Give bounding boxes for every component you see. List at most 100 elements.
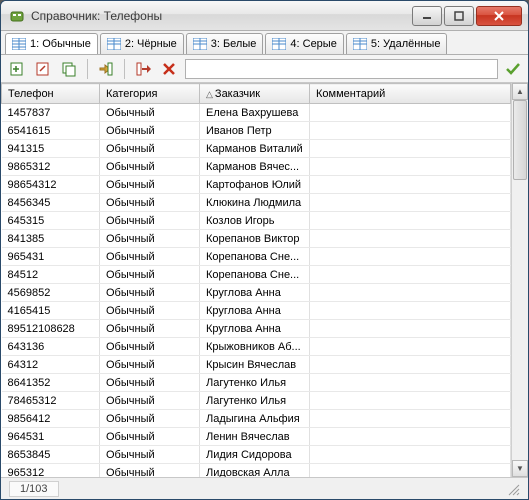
cell-customer: Круглова Анна xyxy=(200,284,310,302)
cell-customer: Круглова Анна xyxy=(200,302,310,320)
cell-category: Обычный xyxy=(100,158,200,176)
cell-phone: 1457837 xyxy=(2,104,100,122)
cell-comment xyxy=(310,158,511,176)
table-row[interactable]: 965431ОбычныйКорепанова Сне... xyxy=(2,248,511,266)
table-row[interactable]: 965312ОбычныйЛидовская Алла xyxy=(2,464,511,478)
cell-category: Обычный xyxy=(100,428,200,446)
col-phone[interactable]: Телефон xyxy=(2,84,100,104)
cell-category: Обычный xyxy=(100,176,200,194)
table-row[interactable]: 841385ОбычныйКорепанов Виктор xyxy=(2,230,511,248)
cell-customer: Корепанова Сне... xyxy=(200,248,310,266)
cell-phone: 941315 xyxy=(2,140,100,158)
cell-category: Обычный xyxy=(100,446,200,464)
cell-customer: Лидовская Алла xyxy=(200,464,310,478)
export-button[interactable] xyxy=(133,59,153,79)
cell-customer: Клюкина Людмила xyxy=(200,194,310,212)
cell-category: Обычный xyxy=(100,248,200,266)
cell-phone: 9865312 xyxy=(2,158,100,176)
tab-normal[interactable]: 1: Обычные xyxy=(5,33,98,54)
table-row[interactable]: 643136ОбычныйКрыжовников Аб... xyxy=(2,338,511,356)
cell-category: Обычный xyxy=(100,392,200,410)
cell-category: Обычный xyxy=(100,104,200,122)
tab-black[interactable]: 2: Чёрные xyxy=(100,33,184,54)
cell-comment xyxy=(310,248,511,266)
cell-customer: Лидия Сидорова xyxy=(200,446,310,464)
tab-white[interactable]: 3: Белые xyxy=(186,33,264,54)
tab-deleted[interactable]: 5: Удалённые xyxy=(346,33,448,54)
table-row[interactable]: 8641352ОбычныйЛагутенко Илья xyxy=(2,374,511,392)
status-bar: 1/103 xyxy=(1,477,528,499)
cell-customer: Картофанов Юлий xyxy=(200,176,310,194)
cell-comment xyxy=(310,194,511,212)
cell-customer: Крыжовников Аб... xyxy=(200,338,310,356)
table-row[interactable]: 78465312ОбычныйЛагутенко Илья xyxy=(2,392,511,410)
tab-gray[interactable]: 4: Серые xyxy=(265,33,343,54)
cell-customer: Козлов Игорь xyxy=(200,212,310,230)
cell-customer: Карманов Вячес... xyxy=(200,158,310,176)
cell-customer: Ладыгина Альфия xyxy=(200,410,310,428)
data-grid: Телефон Категория △Заказчик Комментарий … xyxy=(1,83,511,477)
cell-category: Обычный xyxy=(100,194,200,212)
cell-category: Обычный xyxy=(100,320,200,338)
table-icon xyxy=(272,38,286,50)
scroll-track[interactable] xyxy=(512,100,528,460)
cell-comment xyxy=(310,212,511,230)
cell-phone: 84512 xyxy=(2,266,100,284)
close-button[interactable] xyxy=(476,6,522,26)
table-icon xyxy=(107,38,121,50)
tab-bar: 1: Обычные 2: Чёрные 3: Белые 4: Серые 5… xyxy=(1,31,528,55)
table-row[interactable]: 84512ОбычныйКорепанова Сне... xyxy=(2,266,511,284)
cell-comment xyxy=(310,104,511,122)
table-row[interactable]: 64312ОбычныйКрысин Вячеслав xyxy=(2,356,511,374)
minimize-button[interactable] xyxy=(412,6,442,26)
copy-button[interactable] xyxy=(59,59,79,79)
table-row[interactable]: 9856412ОбычныйЛадыгина Альфия xyxy=(2,410,511,428)
cell-phone: 965431 xyxy=(2,248,100,266)
col-customer[interactable]: △Заказчик xyxy=(200,84,310,104)
cell-category: Обычный xyxy=(100,212,200,230)
search-input[interactable] xyxy=(185,59,498,79)
cell-comment xyxy=(310,464,511,478)
cell-comment xyxy=(310,428,511,446)
table-row[interactable]: 9865312ОбычныйКарманов Вячес... xyxy=(2,158,511,176)
cell-comment xyxy=(310,374,511,392)
import-button[interactable] xyxy=(96,59,116,79)
edit-button[interactable] xyxy=(33,59,53,79)
table-row[interactable]: 4165415ОбычныйКруглова Анна xyxy=(2,302,511,320)
cell-comment xyxy=(310,266,511,284)
table-row[interactable]: 964531ОбычныйЛенин Вячеслав xyxy=(2,428,511,446)
cell-category: Обычный xyxy=(100,464,200,478)
maximize-button[interactable] xyxy=(444,6,474,26)
cell-phone: 98654312 xyxy=(2,176,100,194)
delete-button[interactable] xyxy=(159,59,179,79)
table-row[interactable]: 98654312ОбычныйКартофанов Юлий xyxy=(2,176,511,194)
cell-phone: 643136 xyxy=(2,338,100,356)
add-button[interactable] xyxy=(7,59,27,79)
scroll-down-button[interactable]: ▼ xyxy=(512,460,528,477)
col-comment[interactable]: Комментарий xyxy=(310,84,511,104)
table-row[interactable]: 1457837ОбычныйЕлена Вахрушева xyxy=(2,104,511,122)
cell-comment xyxy=(310,230,511,248)
cell-customer: Лагутенко Илья xyxy=(200,374,310,392)
tab-label: 5: Удалённые xyxy=(371,38,441,50)
cell-category: Обычный xyxy=(100,122,200,140)
table-row[interactable]: 8653845ОбычныйЛидия Сидорова xyxy=(2,446,511,464)
cell-customer: Ленин Вячеслав xyxy=(200,428,310,446)
scroll-up-button[interactable]: ▲ xyxy=(512,83,528,100)
table-icon xyxy=(12,38,26,50)
col-category[interactable]: Категория xyxy=(100,84,200,104)
cell-category: Обычный xyxy=(100,410,200,428)
table-row[interactable]: 6541615ОбычныйИванов Петр xyxy=(2,122,511,140)
table-row[interactable]: 8456345ОбычныйКлюкина Людмила xyxy=(2,194,511,212)
scroll-thumb[interactable] xyxy=(513,100,527,180)
table-row[interactable]: 645315ОбычныйКозлов Игорь xyxy=(2,212,511,230)
cell-comment xyxy=(310,176,511,194)
resize-grip-icon[interactable] xyxy=(506,482,520,496)
table-row[interactable]: 941315ОбычныйКарманов Виталий xyxy=(2,140,511,158)
apply-button[interactable] xyxy=(504,60,522,78)
cell-phone: 964531 xyxy=(2,428,100,446)
titlebar: Справочник: Телефоны xyxy=(1,1,528,31)
table-row[interactable]: 4569852ОбычныйКруглова Анна xyxy=(2,284,511,302)
table-row[interactable]: 89512108628ОбычныйКруглова Анна xyxy=(2,320,511,338)
vertical-scrollbar: ▲ ▼ xyxy=(511,83,528,477)
